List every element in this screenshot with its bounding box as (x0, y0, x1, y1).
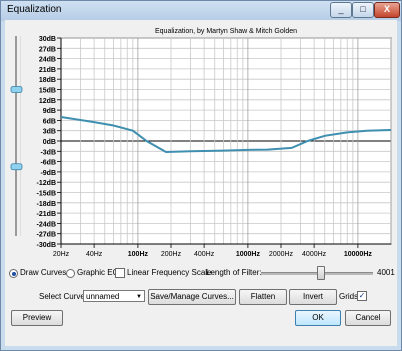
draw-curves-label: Draw Curves (20, 268, 67, 277)
grids-label: Grids (339, 292, 359, 301)
x-tick-label: 2000Hz (269, 251, 294, 258)
y-tick-label: 24dB (39, 57, 56, 64)
filter-length-value: 4001 (377, 268, 395, 277)
select-curve-label: Select Curve: (39, 292, 88, 301)
y-tick-label: -15dB (37, 191, 56, 198)
horizontal-grid (61, 37, 391, 245)
flatten-button[interactable]: Flatten (239, 289, 287, 305)
x-axis-ruler: 20Hz 40Hz 100Hz 200Hz 400Hz 1000Hz 2000Hz 4000H… (53, 244, 373, 258)
filter-length-thumb[interactable] (317, 266, 326, 280)
window-title: Equalization (7, 4, 62, 15)
y-tick-label: 18dB (39, 77, 56, 84)
y-tick-label: 12dB (39, 98, 56, 105)
left-sliders (15, 36, 21, 236)
draw-curves-radio[interactable] (9, 269, 18, 278)
graphic-eq-label: Graphic EQ (77, 268, 119, 277)
y-tick-label: -18dB (37, 201, 56, 208)
linear-scale-label: Linear Frequency Scale (127, 268, 212, 277)
y-tick-label: -12dB (37, 180, 56, 187)
x-tick-label: 10000Hz (344, 251, 373, 258)
x-tick-label: 400Hz (194, 251, 215, 258)
y-tick-label: 0dB (43, 139, 56, 146)
slider-track (15, 36, 17, 236)
graphic-eq-radio[interactable] (66, 269, 75, 278)
cancel-button[interactable]: Cancel (345, 310, 391, 326)
minimize-button[interactable]: _ (330, 2, 352, 18)
preview-button[interactable]: Preview (11, 310, 63, 326)
close-button[interactable]: X (374, 2, 400, 18)
y-tick-label: 9dB (43, 108, 56, 115)
curve-select-value: unnamed (86, 292, 120, 301)
linear-scale-checkbox[interactable] (115, 268, 125, 278)
y-tick-label: -24dB (37, 221, 56, 228)
y-tick-label: -6dB (40, 160, 56, 167)
y-tick-label: -30dB (37, 242, 56, 249)
y-tick-label: 21dB (39, 67, 56, 74)
gain-slider-thumb-lower[interactable] (10, 163, 23, 171)
x-tick-label: 100Hz (128, 251, 149, 258)
x-tick-label: 4000Hz (302, 251, 327, 258)
y-tick-label: -9dB (40, 170, 56, 177)
dialog-body: 30dB 27dB 24dB 21dB 18dB 15dB 12dB 9dB 6dB 3dB 0dB… (5, 20, 397, 346)
plot-title: Equalization, by Martyn Shaw & Mitch Gol… (155, 28, 297, 35)
filter-length-label: Length of Filter: (206, 268, 262, 277)
y-tick-label: -27dB (37, 232, 56, 239)
y-tick-label: -3dB (40, 149, 56, 156)
gain-slider-thumb-upper[interactable] (10, 86, 23, 93)
y-tick-label: 15dB (39, 88, 56, 95)
y-tick-label: 3dB (43, 129, 56, 136)
invert-button[interactable]: Invert (289, 289, 337, 305)
x-tick-label: 40Hz (86, 251, 103, 258)
maximize-button[interactable]: □ (352, 2, 374, 18)
x-tick-label: 1000Hz (236, 251, 261, 258)
y-tick-label: 30dB (39, 36, 56, 43)
save-manage-curves-button[interactable]: Save/Manage Curves... (148, 289, 236, 305)
equalization-window: Equalization _ □ X 30dB 27dB 24dB 21dB 18dB 1… (0, 0, 402, 351)
x-tick-label: 20Hz (53, 251, 70, 258)
y-tick-label: -21dB (37, 211, 56, 218)
slider-track-highlight (20, 36, 21, 236)
y-tick-label: 6dB (43, 118, 56, 125)
y-axis-ruler: 30dB 27dB 24dB 21dB 18dB 15dB 12dB 9dB 6dB 3dB 0dB… (37, 36, 61, 249)
curve-select[interactable]: unnamed ▼ (83, 290, 145, 302)
grids-checkbox[interactable]: ✓ (357, 291, 367, 301)
ok-button[interactable]: OK (295, 310, 341, 326)
y-tick-label: 27dB (39, 46, 56, 53)
x-tick-label: 200Hz (161, 251, 182, 258)
title-bar: Equalization _ □ X (1, 1, 401, 21)
chevron-down-icon: ▼ (136, 294, 142, 300)
eq-plot-area: 30dB 27dB 24dB 21dB 18dB 15dB 12dB 9dB 6dB 3dB 0dB… (10, 28, 392, 258)
